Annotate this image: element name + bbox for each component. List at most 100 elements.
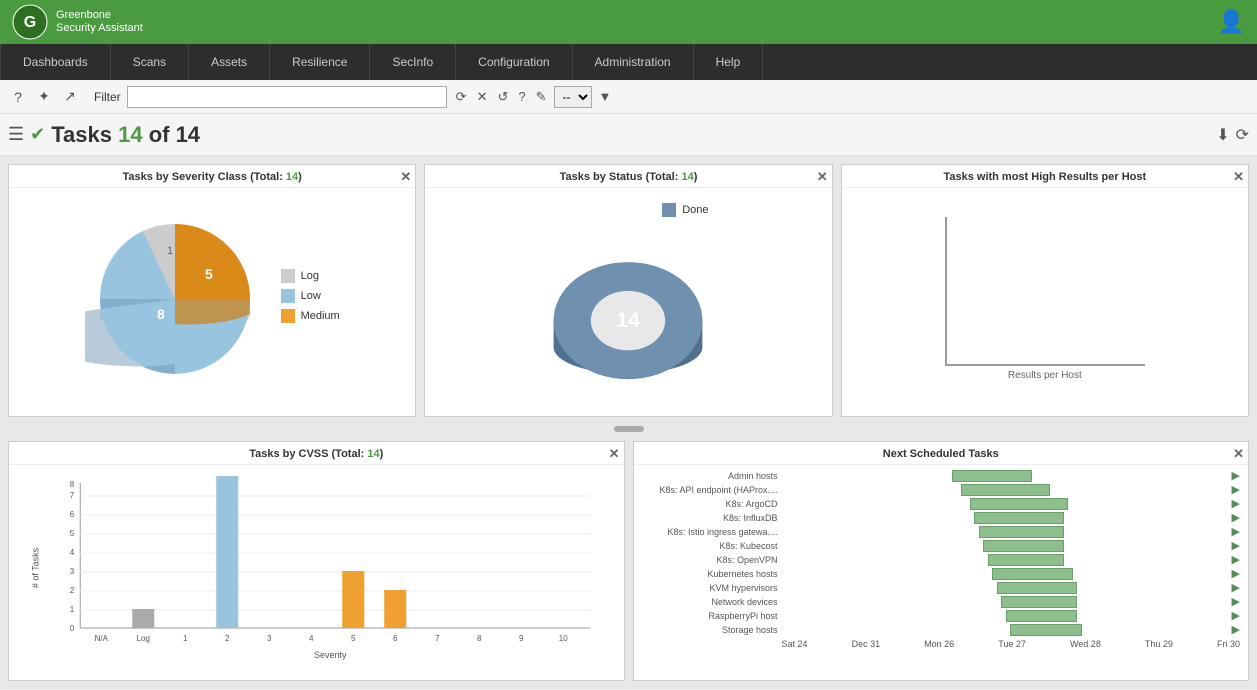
filter-clear-icon[interactable]: ✕ [474, 88, 491, 106]
svg-text:4: 4 [309, 634, 314, 643]
severity-pie: 8 5 1 [85, 209, 265, 389]
svg-text:3: 3 [267, 634, 272, 643]
scrollbar-indicator [614, 426, 644, 432]
nav-bar: Dashboards Scans Assets Resilience SecIn… [0, 44, 1257, 80]
gantt-x-sat24: Sat 24 [782, 639, 808, 649]
low-color [281, 289, 295, 303]
logo: G Greenbone Security Assistant [12, 4, 143, 40]
filter-refresh-icon[interactable]: ⟳ [453, 88, 470, 106]
svg-text:14: 14 [617, 308, 641, 332]
gantt-x-fri30: Fri 30 [1217, 639, 1240, 649]
empty-axes [945, 217, 1145, 366]
help-icon[interactable]: ? [8, 87, 28, 107]
medium-label-text: Medium [301, 310, 340, 322]
gantt-label-kvm: KVM hypervisors [642, 583, 782, 593]
gantt-x-wed28: Wed 28 [1070, 639, 1101, 649]
filter-input[interactable] [127, 86, 447, 108]
results-label: Results per Host [1008, 370, 1082, 381]
gantt-label-kubecost: K8s: Kubecost [642, 541, 782, 551]
high-results-close[interactable]: ✕ [1233, 169, 1244, 185]
svg-text:7: 7 [435, 634, 440, 643]
export-icon[interactable]: ↗ [60, 87, 80, 107]
wizard-icon[interactable]: ✦ [34, 87, 54, 107]
severity-legend: Log Low Medium [281, 269, 340, 329]
scheduled-header: Next Scheduled Tasks [634, 442, 1249, 465]
cvss-body: # of Tasks 0 1 2 3 4 5 6 7 8 [9, 465, 624, 675]
status-chart-area: Done [508, 193, 748, 405]
app-subtitle: Security Assistant [56, 22, 143, 35]
gantt-arrow-kubecost: ▶ [1232, 539, 1240, 552]
filter-edit-icon[interactable]: ✎ [533, 88, 550, 106]
nav-assets[interactable]: Assets [189, 44, 270, 80]
gantt-row-influxdb: K8s: InfluxDB ▶ [642, 511, 1241, 524]
svg-text:6: 6 [393, 634, 398, 643]
done-label: Done [682, 204, 708, 216]
gantt-label-raspberry: RaspberryPi host [642, 611, 782, 621]
svg-text:0: 0 [70, 624, 75, 633]
severity-panel: Tasks by Severity Class (Total: 14) ✕ [8, 164, 416, 417]
bar-log [132, 609, 154, 628]
gantt-bar-area-raspberry [782, 610, 1230, 622]
log-color [281, 269, 295, 283]
gantt-bar-area-k8s [782, 568, 1230, 580]
nav-configuration[interactable]: Configuration [456, 44, 572, 80]
gantt-bar-argocd [970, 498, 1069, 510]
gantt-bar-kubecost [983, 540, 1064, 552]
done-color [662, 203, 676, 217]
download-icon[interactable]: ⬇ [1216, 125, 1229, 145]
gantt-row-kvm: KVM hypervisors ▶ [642, 581, 1241, 594]
svg-text:5: 5 [351, 634, 356, 643]
nav-administration[interactable]: Administration [573, 44, 694, 80]
gantt-bar-kvm [997, 582, 1078, 594]
gantt-arrow-istio: ▶ [1232, 525, 1240, 538]
severity-close[interactable]: ✕ [400, 169, 411, 185]
gantt-label-k8s: Kubernetes hosts [642, 569, 782, 579]
gantt-bar-area-kubecost [782, 540, 1230, 552]
svg-text:8: 8 [477, 634, 482, 643]
gantt-label-argocd: K8s: ArgoCD [642, 499, 782, 509]
gantt-bar-storage [1010, 624, 1082, 636]
gantt-row-openvpn: K8s: OpenVPN ▶ [642, 553, 1241, 566]
scheduled-close[interactable]: ✕ [1233, 446, 1244, 462]
cvss-close[interactable]: ✕ [609, 446, 620, 462]
filter-reset-icon[interactable]: ↺ [494, 88, 511, 106]
row-2: Tasks by CVSS (Total: 14) ✕ # of Tasks 0… [8, 441, 1249, 681]
gantt-label-openvpn: K8s: OpenVPN [642, 555, 782, 565]
top-bar: G Greenbone Security Assistant 👤 [0, 0, 1257, 44]
severity-chart-area: 8 5 1 Log Low [75, 199, 350, 399]
filter-help-icon[interactable]: ? [515, 88, 528, 105]
user-icon[interactable]: 👤 [1218, 9, 1245, 35]
svg-text:5: 5 [70, 529, 75, 538]
gantt-row-argocd: K8s: ArgoCD ▶ [642, 497, 1241, 510]
status-close[interactable]: ✕ [817, 169, 828, 185]
gantt-bar-area-api [782, 484, 1230, 496]
refresh-icon[interactable]: ⟳ [1236, 125, 1249, 145]
nav-secinfo[interactable]: SecInfo [370, 44, 456, 80]
status-header: Tasks by Status (Total: 14) [425, 165, 831, 188]
nav-dashboards[interactable]: Dashboards [0, 44, 111, 80]
filter-dropdown-icon[interactable]: ▼ [596, 88, 615, 105]
gantt-label-storage: Storage hosts [642, 625, 782, 635]
gantt-label-influxdb: K8s: InfluxDB [642, 513, 782, 523]
gantt-bar-api [961, 484, 1051, 496]
gantt-bar-influxdb [974, 512, 1064, 524]
nav-scans[interactable]: Scans [111, 44, 189, 80]
nav-resilience[interactable]: Resilience [270, 44, 370, 80]
filter-controls: ⟳ ✕ ↺ ? ✎ -- ▼ [453, 86, 615, 108]
gantt-bar-area-openvpn [782, 554, 1230, 566]
y-label: # of Tasks [30, 547, 40, 588]
gantt-area: Admin hosts ▶ K8s: API endpoint (HAProx.… [634, 465, 1249, 655]
cvss-panel: Tasks by CVSS (Total: 14) ✕ # of Tasks 0… [8, 441, 625, 681]
gantt-bar-area-argocd [782, 498, 1230, 510]
severity-body: 8 5 1 Log Low [9, 188, 415, 409]
legend-medium: Medium [281, 309, 340, 323]
empty-chart: Results per Host [937, 209, 1153, 389]
gantt-x-thu29: Thu 29 [1145, 639, 1173, 649]
gantt-label-network: Network devices [642, 597, 782, 607]
gantt-row-k8s: Kubernetes hosts ▶ [642, 567, 1241, 580]
app-name: Greenbone [56, 9, 143, 22]
nav-help[interactable]: Help [694, 44, 764, 80]
filter-select[interactable]: -- [554, 86, 592, 108]
svg-text:9: 9 [519, 634, 524, 643]
status-panel: Tasks by Status (Total: 14) ✕ Done [424, 164, 832, 417]
